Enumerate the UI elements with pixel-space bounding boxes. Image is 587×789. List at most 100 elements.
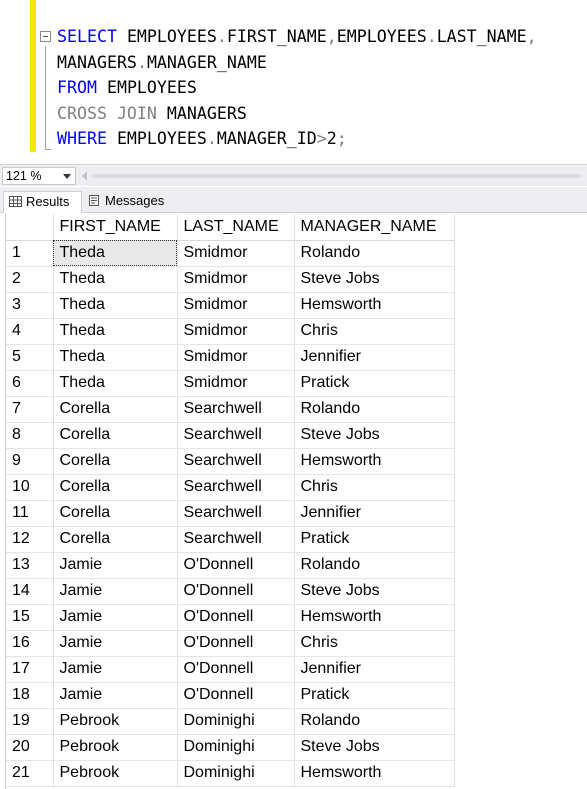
row-number[interactable]: 5 bbox=[6, 344, 54, 371]
cell-manager-name[interactable]: Hemsworth bbox=[294, 292, 455, 319]
table-row[interactable]: 15 Jamie O'Donnell Hemsworth bbox=[6, 604, 455, 631]
cell-last-name[interactable]: O'Donnell bbox=[177, 604, 295, 631]
cell-manager-name[interactable]: Steve Jobs bbox=[294, 422, 455, 449]
cell-first-name[interactable]: Corella bbox=[53, 526, 178, 553]
cell-manager-name[interactable]: Pratick bbox=[294, 682, 455, 709]
row-number[interactable]: 14 bbox=[6, 578, 54, 605]
cell-last-name[interactable]: Smidmor bbox=[177, 292, 295, 319]
cell-last-name[interactable]: Dominighi bbox=[177, 734, 295, 761]
table-row[interactable]: 9 Corella Searchwell Hemsworth bbox=[6, 448, 455, 475]
cell-manager-name[interactable]: Rolando bbox=[294, 708, 455, 735]
cell-last-name[interactable]: O'Donnell bbox=[177, 682, 295, 709]
cell-manager-name[interactable]: Chris bbox=[294, 318, 455, 345]
cell-last-name[interactable]: Dominighi bbox=[177, 760, 295, 787]
cell-last-name[interactable]: O'Donnell bbox=[177, 578, 295, 605]
table-row[interactable]: 4 Theda Smidmor Chris bbox=[6, 318, 455, 345]
table-row[interactable]: 16 Jamie O'Donnell Chris bbox=[6, 630, 455, 657]
query-editor[interactable]: SELECT EMPLOYEES.FIRST_NAME,EMPLOYEES.LA… bbox=[0, 0, 587, 164]
cell-manager-name[interactable]: Jennifier bbox=[294, 344, 455, 371]
cell-first-name[interactable]: Theda bbox=[53, 292, 178, 319]
row-number[interactable]: 1 bbox=[6, 240, 54, 267]
cell-last-name[interactable]: Searchwell bbox=[177, 500, 295, 527]
row-number[interactable]: 7 bbox=[6, 396, 54, 423]
cell-first-name[interactable]: Theda bbox=[53, 370, 178, 397]
row-number[interactable]: 13 bbox=[6, 552, 54, 579]
cell-last-name[interactable]: Smidmor bbox=[177, 240, 295, 267]
tab-messages[interactable]: Messages bbox=[83, 191, 175, 213]
horizontal-scrollbar[interactable] bbox=[92, 174, 581, 178]
code-line[interactable]: WHERE EMPLOYEES.MANAGER_ID>2; bbox=[57, 126, 537, 152]
table-row[interactable]: 12 Corella Searchwell Pratick bbox=[6, 526, 455, 553]
sql-code[interactable]: SELECT EMPLOYEES.FIRST_NAME,EMPLOYEES.LA… bbox=[57, 24, 537, 152]
cell-first-name[interactable]: Theda bbox=[53, 318, 178, 345]
cell-manager-name[interactable]: Pratick bbox=[294, 370, 455, 397]
row-number[interactable]: 10 bbox=[6, 474, 54, 501]
table-row[interactable]: 21 Pebrook Dominighi Hemsworth bbox=[6, 760, 455, 787]
table-row[interactable]: 6 Theda Smidmor Pratick bbox=[6, 370, 455, 397]
cell-first-name[interactable]: Jamie bbox=[53, 604, 178, 631]
table-row[interactable]: 19 Pebrook Dominighi Rolando bbox=[6, 708, 455, 735]
table-row[interactable]: 13 Jamie O'Donnell Rolando bbox=[6, 552, 455, 579]
cell-first-name[interactable]: Pebrook bbox=[53, 708, 178, 735]
cell-manager-name[interactable]: Rolando bbox=[294, 240, 455, 267]
cell-first-name[interactable]: Pebrook bbox=[53, 734, 178, 761]
table-row[interactable]: 1 Theda Smidmor Rolando bbox=[6, 240, 455, 267]
row-number[interactable]: 15 bbox=[6, 604, 54, 631]
cell-last-name[interactable]: Smidmor bbox=[177, 318, 295, 345]
table-row[interactable]: 8 Corella Searchwell Steve Jobs bbox=[6, 422, 455, 449]
row-number[interactable]: 4 bbox=[6, 318, 54, 345]
cell-manager-name[interactable]: Hemsworth bbox=[294, 760, 455, 787]
cell-last-name[interactable]: O'Donnell bbox=[177, 656, 295, 683]
scroll-left-arrow-icon[interactable] bbox=[82, 171, 87, 181]
row-number[interactable]: 6 bbox=[6, 370, 54, 397]
cell-manager-name[interactable]: Chris bbox=[294, 630, 455, 657]
table-row[interactable]: 3 Theda Smidmor Hemsworth bbox=[6, 292, 455, 319]
row-number[interactable]: 18 bbox=[6, 682, 54, 709]
cell-last-name[interactable]: Searchwell bbox=[177, 448, 295, 475]
cell-last-name[interactable]: Smidmor bbox=[177, 344, 295, 371]
cell-first-name[interactable]: Corella bbox=[53, 448, 178, 475]
cell-manager-name[interactable]: Steve Jobs bbox=[294, 266, 455, 293]
cell-last-name[interactable]: Dominighi bbox=[177, 708, 295, 735]
code-line[interactable]: FROM EMPLOYEES bbox=[57, 75, 537, 101]
cell-manager-name[interactable]: Jennifier bbox=[294, 656, 455, 683]
row-number[interactable]: 11 bbox=[6, 500, 54, 527]
cell-last-name[interactable]: O'Donnell bbox=[177, 630, 295, 657]
cell-last-name[interactable]: Searchwell bbox=[177, 526, 295, 553]
table-row[interactable]: 10 Corella Searchwell Chris bbox=[6, 474, 455, 501]
cell-first-name[interactable]: Theda bbox=[53, 240, 178, 267]
cell-manager-name[interactable]: Steve Jobs bbox=[294, 734, 455, 761]
table-row[interactable]: 7 Corella Searchwell Rolando bbox=[6, 396, 455, 423]
table-row[interactable]: 11 Corella Searchwell Jennifier bbox=[6, 500, 455, 527]
row-number-header[interactable] bbox=[6, 214, 54, 241]
row-number[interactable]: 20 bbox=[6, 734, 54, 761]
cell-first-name[interactable]: Jamie bbox=[53, 552, 178, 579]
cell-manager-name[interactable]: Steve Jobs bbox=[294, 578, 455, 605]
cell-first-name[interactable]: Theda bbox=[53, 344, 178, 371]
row-number[interactable]: 12 bbox=[6, 526, 54, 553]
cell-first-name[interactable]: Corella bbox=[53, 474, 178, 501]
tab-results[interactable]: Results bbox=[3, 191, 82, 213]
cell-first-name[interactable]: Corella bbox=[53, 500, 178, 527]
row-number[interactable]: 19 bbox=[6, 708, 54, 735]
results-grid[interactable]: FIRST_NAME LAST_NAME MANAGER_NAME 1 Theda… bbox=[0, 213, 587, 789]
zoom-dropdown[interactable]: 121 % bbox=[2, 167, 76, 185]
code-line[interactable]: SELECT EMPLOYEES.FIRST_NAME,EMPLOYEES.LA… bbox=[57, 24, 537, 50]
cell-manager-name[interactable]: Chris bbox=[294, 474, 455, 501]
table-row[interactable]: 14 Jamie O'Donnell Steve Jobs bbox=[6, 578, 455, 605]
table-row[interactable]: 20 Pebrook Dominighi Steve Jobs bbox=[6, 734, 455, 761]
row-number[interactable]: 2 bbox=[6, 266, 54, 293]
table-row[interactable]: 5 Theda Smidmor Jennifier bbox=[6, 344, 455, 371]
row-number[interactable]: 8 bbox=[6, 422, 54, 449]
cell-first-name[interactable]: Corella bbox=[53, 396, 178, 423]
cell-last-name[interactable]: Searchwell bbox=[177, 422, 295, 449]
cell-manager-name[interactable]: Rolando bbox=[294, 396, 455, 423]
row-number[interactable]: 3 bbox=[6, 292, 54, 319]
table-row[interactable]: 18 Jamie O'Donnell Pratick bbox=[6, 682, 455, 709]
cell-last-name[interactable]: Smidmor bbox=[177, 266, 295, 293]
table-row[interactable]: 2 Theda Smidmor Steve Jobs bbox=[6, 266, 455, 293]
row-number[interactable]: 9 bbox=[6, 448, 54, 475]
chevron-down-icon[interactable] bbox=[63, 174, 71, 179]
cell-last-name[interactable]: Searchwell bbox=[177, 396, 295, 423]
cell-first-name[interactable]: Jamie bbox=[53, 578, 178, 605]
